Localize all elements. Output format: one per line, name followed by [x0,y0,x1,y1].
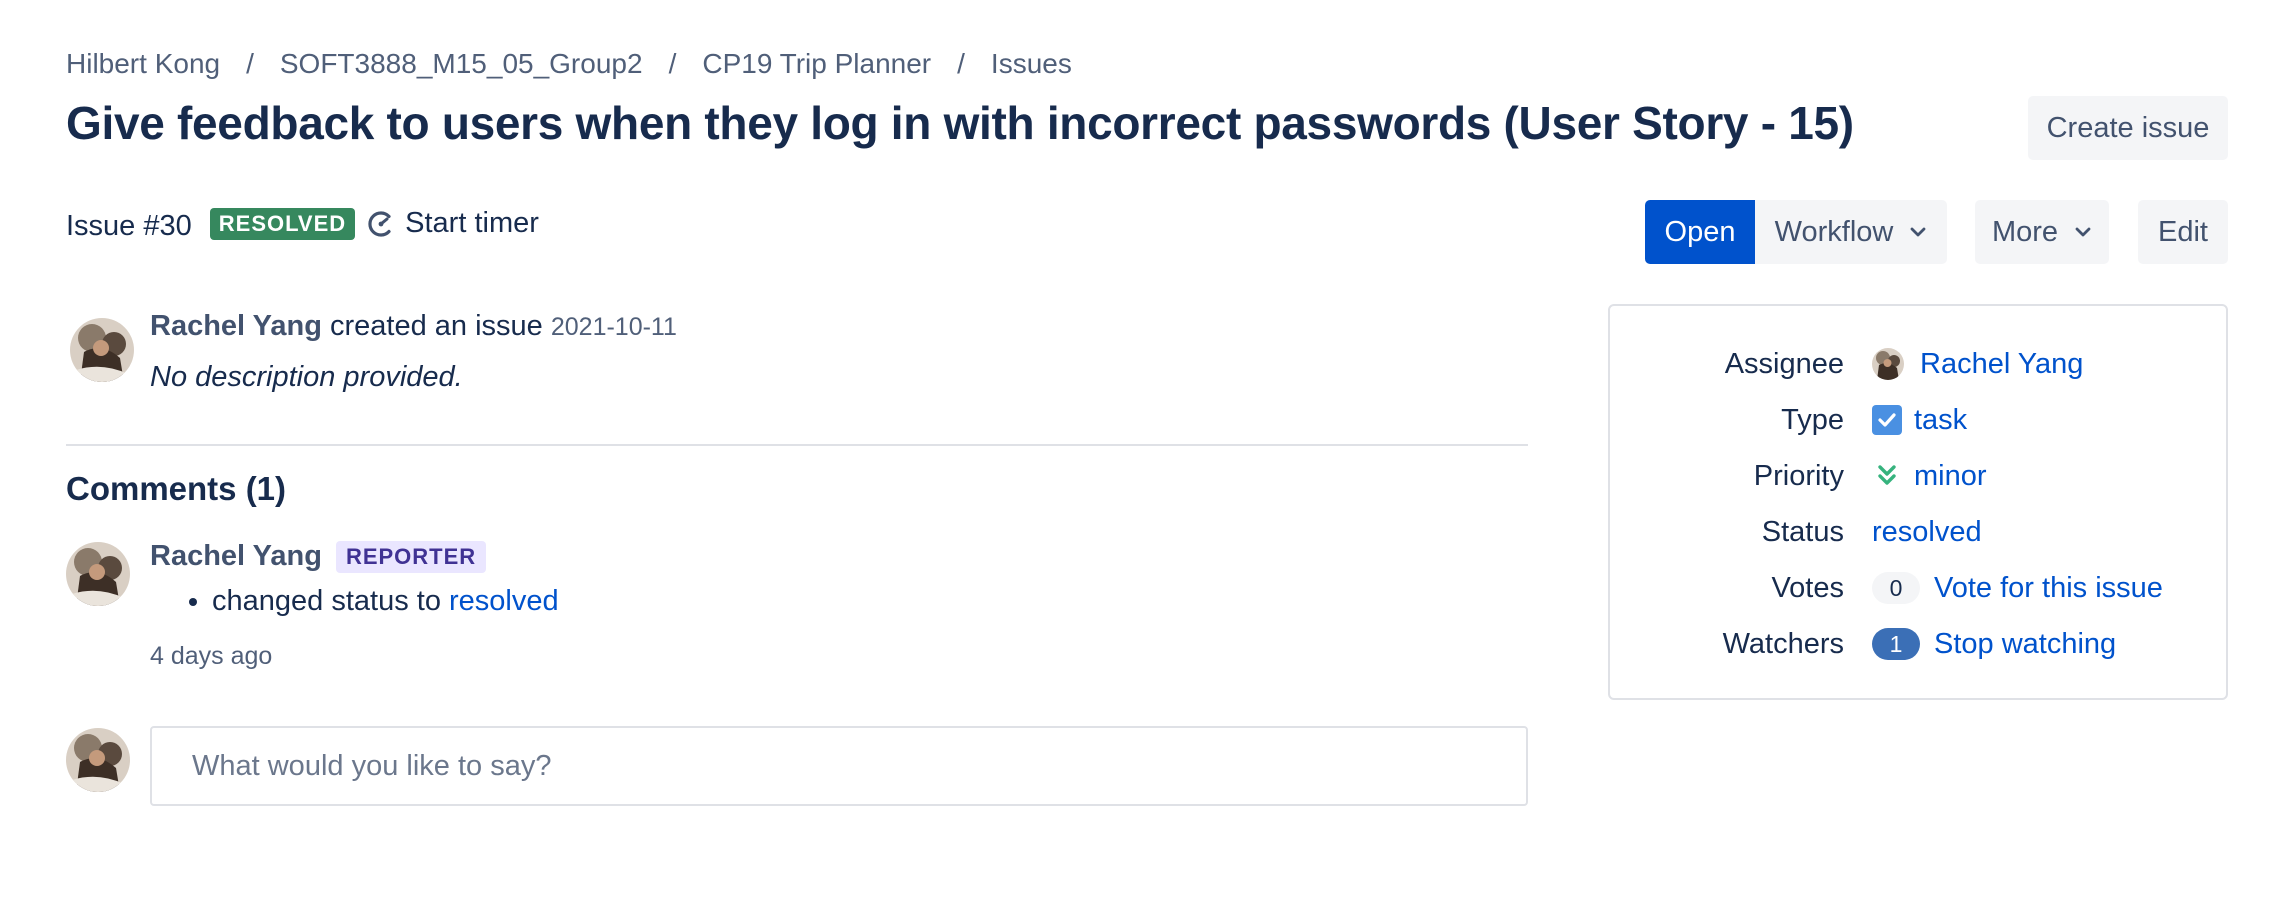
timer-icon [368,210,391,237]
breadcrumb-separator: / [246,48,254,79]
watchers-count-badge: 1 [1872,628,1920,660]
issue-details-panel: Assignee Rachel Yang Type task Priority … [1608,304,2228,700]
start-timer-button[interactable]: Start timer [365,207,539,240]
edit-label: Edit [2158,215,2208,248]
priority-value: minor [1872,460,1987,493]
open-button[interactable]: Open [1645,200,1755,264]
votes-count-badge: 0 [1872,572,1920,604]
type-value: task [1872,404,1967,437]
activity-line: Rachel Yang created an issue 2021-10-11 [150,310,677,343]
priority-row: Priority minor [1610,456,2226,496]
activity-date: 2021-10-11 [550,313,677,341]
assignee-row: Assignee Rachel Yang [1610,344,2226,384]
comments-heading: Comments (1) [66,470,287,507]
create-issue-button[interactable]: Create issue [2028,96,2228,160]
task-checkbox-icon [1872,405,1902,435]
activity-action: created an issue [321,310,551,342]
type-row: Type task [1610,400,2226,440]
issue-description: No description provided. [150,361,463,393]
priority-link[interactable]: minor [1914,460,1987,493]
page-title: Give feedback to users when they log in … [66,97,1854,149]
breadcrumb-user[interactable]: Hilbert Kong [66,48,220,80]
votes-value: 0 Vote for this issue [1872,572,2163,605]
vote-link[interactable]: Vote for this issue [1934,572,2163,605]
comment-header: Rachel Yang REPORTER [150,540,559,573]
status-link[interactable]: resolved [1872,516,1982,549]
workflow-dropdown[interactable]: Workflow [1755,200,1947,264]
assignee-value: Rachel Yang [1872,348,2083,381]
status-value: resolved [1872,516,1982,549]
open-button-label: Open [1664,215,1736,248]
status-change-link[interactable]: resolved [449,585,559,617]
breadcrumb-repository[interactable]: CP19 Trip Planner [702,48,931,80]
breadcrumb-workspace[interactable]: SOFT3888_M15_05_Group2 [280,48,643,80]
edit-button[interactable]: Edit [2138,200,2228,264]
votes-label: Votes [1771,571,1844,604]
issue-created-activity: Rachel Yang created an issue 2021-10-11 … [150,310,677,394]
type-label: Type [1781,403,1844,436]
watchers-label: Watchers [1722,627,1844,660]
votes-row: Votes 0 Vote for this issue [1610,568,2226,608]
more-dropdown[interactable]: More [1975,200,2109,264]
status-row: Status resolved [1610,512,2226,552]
workflow-label: Workflow [1774,215,1894,248]
assignee-label: Assignee [1724,347,1844,380]
avatar[interactable] [66,728,130,792]
status-change-text: changed status to [212,585,449,617]
chevron-down-icon [1910,227,1926,237]
more-label: More [1991,215,2059,248]
status-badge: RESOLVED [209,207,356,240]
issue-number: Issue #30 [66,210,192,242]
comment-timestamp[interactable]: 4 days ago [150,642,559,671]
watchers-value: 1 Stop watching [1872,628,2116,661]
comment: Rachel Yang REPORTER changed status to r… [150,540,559,671]
avatar [1872,348,1904,380]
type-link[interactable]: task [1914,404,1967,437]
reporter-badge: REPORTER [335,540,487,573]
status-label: Status [1761,515,1844,548]
activity-author-link[interactable]: Rachel Yang [150,310,322,342]
priority-minor-icon [1878,465,1896,485]
avatar[interactable] [66,542,130,606]
comment-changes: changed status to resolved [212,585,559,618]
breadcrumb: Hilbert Kong / SOFT3888_M15_05_Group2 / … [66,48,1072,80]
stop-watching-link[interactable]: Stop watching [1934,628,2116,661]
divider [66,444,1528,446]
breadcrumb-separator: / [668,48,677,79]
chevron-down-icon [2075,227,2091,237]
breadcrumb-issues[interactable]: Issues [991,48,1072,80]
avatar[interactable] [70,318,134,382]
priority-label: Priority [1753,459,1844,492]
start-timer-label: Start timer [405,207,539,239]
assignee-link[interactable]: Rachel Yang [1920,348,2083,381]
status-change-item: changed status to resolved [212,585,559,618]
watchers-row: Watchers 1 Stop watching [1610,624,2226,664]
breadcrumb-separator: / [957,48,965,79]
comment-author-link[interactable]: Rachel Yang [150,540,322,573]
comment-input[interactable] [150,726,1528,806]
issue-meta: Issue #30 RESOLVED Start timer [66,204,539,243]
